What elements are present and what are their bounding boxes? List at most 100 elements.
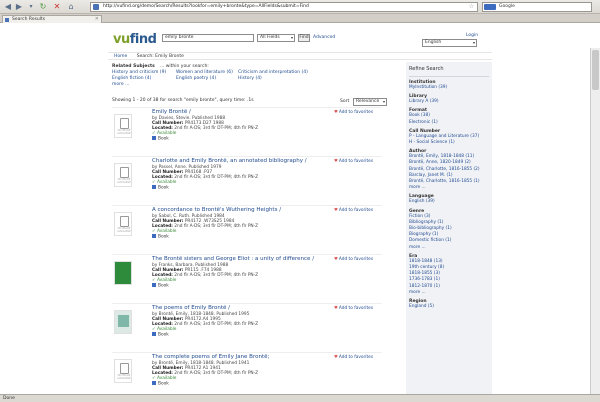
result-title-link[interactable]: The Brontë sisters and George Eliot : a … (152, 256, 314, 262)
book-cover[interactable]: NO IMAGE AVAILABLE (114, 163, 132, 187)
add-to-favorites-link[interactable]: ♥Add to favorites (334, 257, 373, 262)
tab-close-icon[interactable]: ✕ (95, 16, 99, 23)
tab-search-results[interactable]: Search Results ✕ (2, 15, 102, 23)
bookmark-star-icon[interactable]: ☆ (469, 3, 474, 11)
facet-group: Format Book (38) Electronic (1) (409, 108, 489, 125)
facet-link[interactable]: more ... (409, 245, 426, 250)
home-icon[interactable]: ⌂ (66, 2, 76, 12)
favorites-label: Add to favorites (338, 306, 374, 311)
scrollbar-thumb[interactable] (592, 50, 599, 90)
heart-icon: ♥ (334, 159, 338, 164)
facet-link[interactable]: Brontë, Charlotte, 1816-1855 (1) (409, 179, 480, 184)
result-title-link[interactable]: Emily Brontë / (152, 109, 191, 115)
login-link[interactable]: Login (466, 33, 478, 38)
facet-link[interactable]: 1736-1783 (1) (409, 277, 440, 282)
book-cover[interactable]: NO IMAGE AVAILABLE (114, 359, 132, 383)
book-cover[interactable] (114, 261, 132, 285)
tab-title: Search Results (12, 17, 46, 22)
facet-link[interactable]: Domestic fiction (1) (409, 238, 451, 243)
related-link[interactable]: English fiction (4) (112, 76, 151, 81)
related-link[interactable]: History and criticism (9) (112, 70, 166, 75)
dropdown-icon[interactable]: ▾ (26, 2, 36, 12)
result-title-link[interactable]: The complete poems of Emily Jane Brontë; (152, 354, 269, 360)
facet-link[interactable]: Barclay, Janet M. (1) (409, 173, 453, 178)
search-engine-icon[interactable] (484, 4, 496, 10)
facet-link[interactable]: 1812-1870 (1) (409, 284, 440, 289)
logo-part-vu: vu (113, 32, 130, 47)
facet-link[interactable]: Brontë, Charlotte, 1816-1855 (2) (409, 167, 480, 172)
related-link[interactable]: Criticism and interpretation (4) (238, 70, 308, 75)
facet-link[interactable]: Library A (39) (409, 99, 439, 104)
result-item: NO IMAGE AVAILABLE A concordance to Bron… (112, 205, 382, 253)
heart-icon: ♥ (334, 355, 338, 360)
add-to-favorites-link[interactable]: ♥Add to favorites (334, 159, 373, 164)
url-bar[interactable]: http://vufind.org/demo/Search/Results?lo… (90, 2, 478, 12)
facet-link[interactable]: MyInstitution (39) (409, 85, 447, 90)
find-button[interactable]: Find (298, 34, 310, 42)
search-field-value: All Fields (260, 35, 280, 40)
reload-icon[interactable]: ↻ (38, 2, 48, 12)
result-item: NO IMAGE AVAILABLE Charlotte and Emily B… (112, 156, 382, 204)
refine-sidebar: Refine Search Institution MyInstitution (… (406, 62, 492, 394)
breadcrumb-home[interactable]: Home (114, 54, 127, 59)
related-link[interactable]: History (4) (238, 76, 262, 81)
stop-icon[interactable]: ✕ (52, 2, 62, 12)
facet-link[interactable]: 1818-1855 (3) (409, 271, 440, 276)
breadcrumb-current: Search: Emily Bronte (136, 54, 184, 59)
facet-group: Library Library A (39) (409, 94, 489, 105)
language-select[interactable]: English ▾ (422, 39, 477, 47)
heart-icon: ♥ (334, 257, 338, 262)
favorites-label: Add to favorites (338, 110, 374, 115)
search-field-select[interactable]: All Fields ▾ (257, 34, 295, 42)
facet-link[interactable]: Electronic (1) (409, 120, 438, 125)
url-text: http://vufind.org/demo/Search/Results?lo… (103, 4, 309, 9)
no-cover-label: NO IMAGE AVAILABLE (117, 227, 131, 233)
facet-link[interactable]: 1818-1848 (13) (409, 259, 443, 264)
book-cover[interactable] (114, 310, 132, 334)
favorites-label: Add to favorites (338, 159, 374, 164)
book-cover[interactable]: NO IMAGE AVAILABLE (114, 114, 132, 138)
favorites-label: Add to favorites (338, 257, 374, 262)
related-more-link[interactable]: more ... (112, 82, 129, 87)
book-cover[interactable]: NO IMAGE AVAILABLE (114, 212, 132, 236)
back-icon[interactable]: ◀ (3, 2, 13, 12)
add-to-favorites-link[interactable]: ♥Add to favorites (334, 355, 373, 360)
related-link[interactable]: English poetry (4) (176, 76, 216, 81)
facet-link[interactable]: England (5) (409, 304, 434, 309)
advanced-search-link[interactable]: Advanced (313, 35, 335, 40)
facet-link[interactable]: Bio-bibliography (1) (409, 226, 452, 231)
result-title-link[interactable]: A concordance to Brontë's Wuthering Heig… (152, 207, 281, 213)
related-link[interactable]: Women and literature (6) (176, 70, 233, 75)
add-to-favorites-link[interactable]: ♥Add to favorites (334, 110, 373, 115)
format-label: Book (158, 136, 169, 142)
add-to-favorites-link[interactable]: ♥Add to favorites (334, 208, 373, 213)
page-scrollbar[interactable] (590, 48, 600, 394)
facet-link[interactable]: P - Language and Literature (37) (409, 134, 479, 139)
forward-icon[interactable]: ▶ (14, 2, 24, 12)
sort-select[interactable]: Relevance ▾ (353, 98, 387, 106)
format-label: Book (158, 332, 169, 338)
browser-search-box[interactable]: Google (482, 2, 592, 12)
search-input[interactable]: emily bronte (162, 34, 254, 42)
facet-link[interactable]: more ... (409, 290, 426, 295)
tab-favicon-icon (5, 17, 9, 22)
facet-link[interactable]: more ... (409, 185, 426, 190)
facet-link[interactable]: H - Social Science (1) (409, 140, 455, 145)
book-icon (152, 234, 156, 238)
facet-link[interactable]: Bibliography (1) (409, 220, 443, 225)
facet-link[interactable]: Fiction (3) (409, 214, 430, 219)
facet-link[interactable]: Book (38) (409, 113, 430, 118)
facet-link[interactable]: 19th century (8) (409, 265, 444, 270)
facet-link[interactable]: English (39) (409, 199, 435, 204)
result-title-link[interactable]: Charlotte and Emily Brontë, an annotated… (152, 158, 307, 164)
related-title: Related Subjects (112, 64, 155, 69)
vufind-logo[interactable]: vufind (113, 32, 157, 47)
book-icon (152, 185, 156, 189)
facet-link[interactable]: Brontë, Anne, 1820-1849 (2) (409, 160, 471, 165)
facet-group: Genre Fiction (3) Bibliography (1) Bio-bibl… (409, 209, 489, 251)
facet-link[interactable]: Brontë, Emily, 1818-1848 (11) (409, 154, 474, 159)
add-to-favorites-link[interactable]: ♥Add to favorites (334, 306, 373, 311)
book-icon (152, 283, 156, 287)
facet-link[interactable]: Biography (1) (409, 232, 438, 237)
result-title-link[interactable]: The poems of Emily Brontë / (152, 305, 230, 311)
